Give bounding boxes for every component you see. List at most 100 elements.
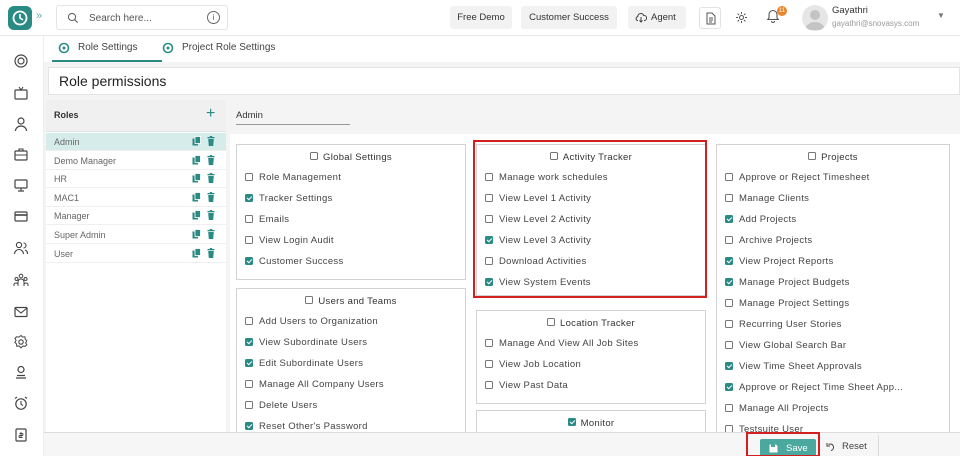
card-title[interactable]: Global Settings [237,152,465,163]
permission-checkbox[interactable] [725,215,733,223]
permission-checkbox[interactable] [485,339,493,347]
card-title[interactable]: Location Tracker [477,318,705,329]
dashboard-icon[interactable] [13,53,29,69]
settings-icon[interactable] [13,334,29,350]
role-name: Demo Manager [54,155,117,166]
permission-checkbox[interactable] [725,173,733,181]
delete-icon[interactable] [207,136,215,146]
tv-icon[interactable] [13,86,29,102]
permission-label: Customer Success [259,256,344,267]
role-name: Manager [54,211,90,222]
delete-icon[interactable] [207,173,215,184]
permission-checkbox[interactable] [245,380,253,388]
mail-icon[interactable] [13,304,29,320]
card-title[interactable]: Projects [717,152,949,163]
permission-label: View Login Audit [259,235,334,246]
copy-icon[interactable] [192,247,201,258]
role-list-item[interactable]: MAC1 [46,189,226,207]
alarm-clock-icon[interactable] [13,395,29,411]
user-name[interactable]: Gayathri [832,5,868,16]
role-list-item[interactable]: Admin [46,133,226,151]
copy-icon[interactable] [192,173,201,183]
card-title[interactable]: Monitor [477,418,705,429]
permission-checkbox[interactable] [245,359,253,367]
gear-icon[interactable] [731,7,753,29]
permission-checkbox[interactable] [245,215,253,223]
role-list-item[interactable]: Super Admin [46,226,226,244]
permission-label: Edit Subordinate Users [259,358,364,369]
badge-user-icon[interactable] [13,364,29,380]
card-title-checkbox[interactable] [808,152,817,161]
permission-checkbox[interactable] [725,257,733,265]
role-list-item[interactable]: Demo Manager [46,152,226,170]
user-icon[interactable] [13,116,29,132]
permission-checkbox[interactable] [725,194,733,202]
permission-checkbox[interactable] [245,401,253,409]
avatar[interactable] [802,5,828,31]
delete-icon[interactable] [207,191,215,202]
copy-icon[interactable] [192,136,201,146]
permission-checkbox[interactable] [725,299,733,307]
card-title-checkbox[interactable] [567,418,576,427]
customer-success-button[interactable]: Customer Success [521,6,617,29]
document-icon[interactable] [699,7,721,29]
permission-checkbox[interactable] [725,278,733,286]
save-button-highlight [746,432,820,456]
role-list-item[interactable]: HR [46,170,226,189]
card-title-checkbox[interactable] [310,152,319,161]
permission-checkbox[interactable] [245,194,253,202]
card-title-checkbox[interactable] [305,296,314,305]
role-name-field[interactable]: Admin [236,110,263,121]
permission-checkbox[interactable] [245,317,253,325]
role-list-item[interactable]: User [46,245,226,263]
card-title[interactable]: Users and Teams [237,296,465,307]
team-icon[interactable] [13,272,29,288]
chevron-down-icon[interactable]: ▼ [937,11,945,20]
permission-checkbox[interactable] [245,422,253,430]
copy-icon[interactable] [192,229,201,239]
card-title-label: Monitor [580,418,615,429]
delete-icon[interactable] [207,154,215,165]
permission-checkbox[interactable] [245,236,253,244]
card-title-checkbox[interactable] [546,318,555,327]
permission-checkbox[interactable] [485,360,493,368]
briefcase-icon[interactable] [13,146,29,162]
monitor-icon[interactable] [13,177,29,193]
card-title-label: Location Tracker [559,318,636,329]
delete-icon[interactable] [207,210,215,221]
permission-checkbox[interactable] [725,383,733,391]
info-icon[interactable]: i [207,11,220,24]
reset-label: Reset [842,441,867,452]
permission-checkbox[interactable] [725,404,733,412]
permission-checkbox[interactable] [245,338,253,346]
permission-label: View Project Reports [739,256,834,267]
copy-icon[interactable] [192,210,201,220]
users-icon[interactable] [13,240,29,256]
permission-label: Manage All Company Users [259,379,384,390]
permission-checkbox[interactable] [245,257,253,265]
permission-checkbox[interactable] [725,236,733,244]
role-list-item[interactable]: Manager [46,207,226,226]
permission-checkbox[interactable] [725,341,733,349]
permission-checkbox[interactable] [725,320,733,328]
expand-sidebar-icon[interactable]: » [36,10,42,22]
app-logo-clock-icon[interactable] [8,6,32,30]
permission-checkbox[interactable] [725,362,733,370]
delete-icon[interactable] [207,247,215,258]
action-footer: Save Reset [44,432,960,456]
permission-label: View Past Data [499,380,568,391]
permission-checkbox[interactable] [485,381,493,389]
copy-icon[interactable] [192,154,201,165]
add-role-button[interactable]: + [206,105,215,123]
search-input[interactable] [89,10,199,26]
delete-icon[interactable] [207,229,215,239]
search-box: i [56,5,228,30]
free-demo-button[interactable]: Free Demo [450,6,512,29]
invoice-icon[interactable] [13,427,29,443]
permission-label: Reset Other's Password [259,421,368,432]
card-icon[interactable] [13,208,29,224]
permission-checkbox[interactable] [245,173,253,181]
agent-button[interactable]: Agent [628,6,686,29]
role-name: MAC1 [54,192,80,203]
copy-icon[interactable] [192,191,201,202]
